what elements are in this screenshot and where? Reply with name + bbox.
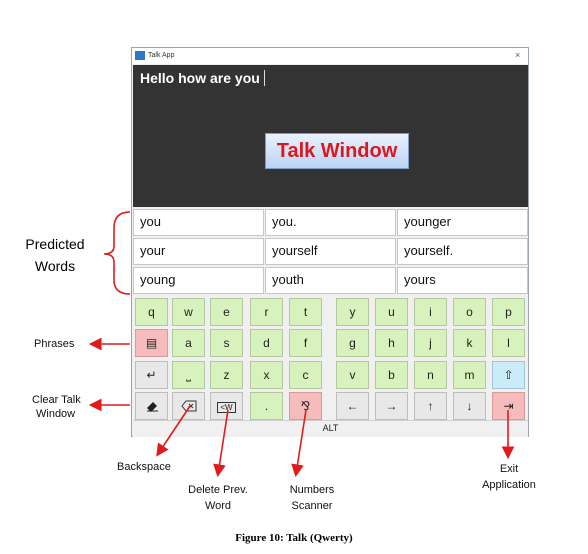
predicted-words-label: Predicted Words [25, 236, 85, 274]
predicted-words-brace [103, 211, 131, 295]
numbers-scanner-label-1: Numbers [289, 484, 335, 496]
clear-talk-window-label-2: Window [36, 408, 76, 420]
backspace-label: Backspace [117, 461, 171, 473]
numbers-scanner-arrow [291, 409, 307, 478]
numbers-scanner-label-2: Scanner [291, 500, 333, 512]
exit-application-label-1: Exit [499, 463, 519, 475]
backspace-arrow [156, 405, 191, 457]
exit-application-label-2: Application [482, 479, 536, 491]
phrases-label: Phrases [34, 338, 75, 350]
clear-talk-window-label-1: Clear Talk [32, 394, 81, 406]
figure-caption: Figure 10: Talk (Qwerty) [235, 532, 353, 544]
delete-prev-word-arrow [213, 409, 229, 478]
delete-prev-word-label-1: Delete Prev. [188, 484, 248, 496]
delete-prev-word-label-2: Word [204, 500, 232, 512]
